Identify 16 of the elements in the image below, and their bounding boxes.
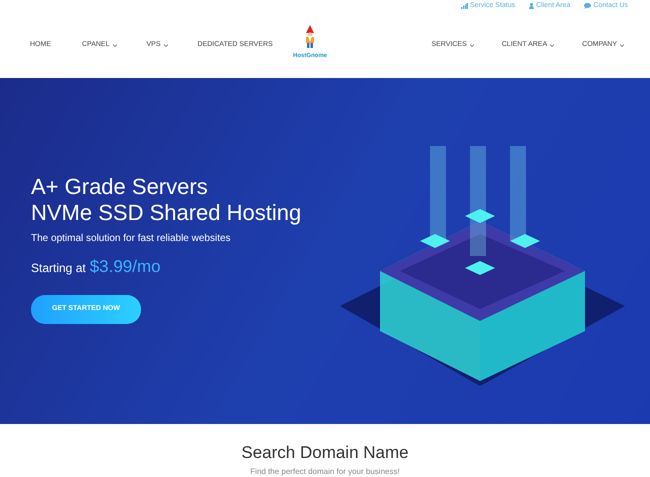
section-subtitle: Find the perfect domain for your business! xyxy=(249,466,401,477)
hero-title-line: A+ Grade Servers xyxy=(31,174,209,200)
price: $3.99/mo xyxy=(90,256,161,278)
gnome-icon xyxy=(303,25,317,49)
signal-icon xyxy=(460,3,468,9)
user-icon xyxy=(529,3,534,9)
caret-icon xyxy=(164,44,168,46)
caret-icon xyxy=(620,44,624,46)
hero-title-line: NVMe SSD Shared Hosting xyxy=(31,200,302,227)
caret-icon xyxy=(470,44,474,46)
caret-icon xyxy=(550,44,554,46)
section-heading: Search Domain Name xyxy=(240,444,410,463)
chat-icon xyxy=(584,3,592,9)
price-label: Starting at xyxy=(31,260,86,277)
caret-icon xyxy=(112,44,116,46)
hero-subtitle: The optimal solution for fast reliable websites xyxy=(31,232,232,246)
